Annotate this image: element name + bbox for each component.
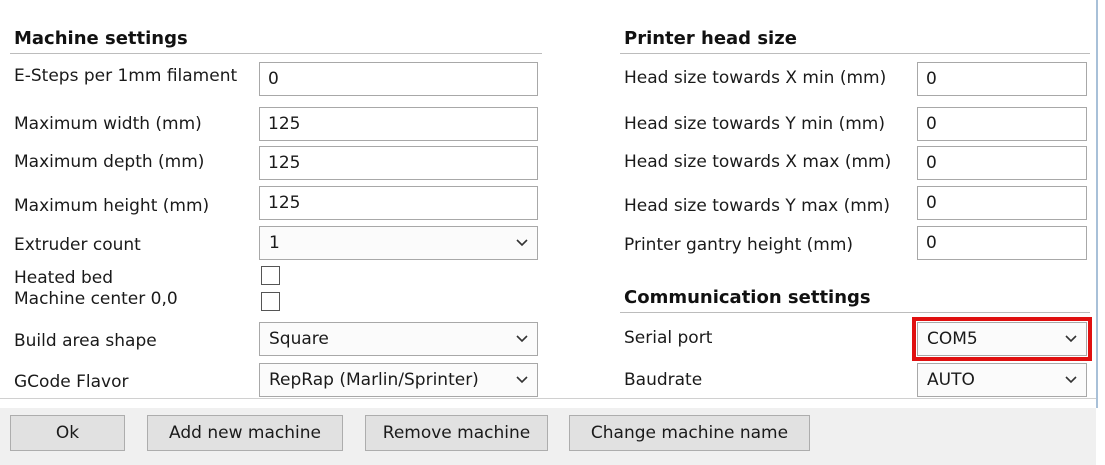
baudrate-value: AUTO <box>927 370 975 390</box>
build-area-shape-select[interactable]: Square <box>259 322 538 356</box>
window-right-border <box>1096 0 1098 408</box>
communication-settings-separator <box>620 312 1090 313</box>
printer-head-size-heading: Printer head size <box>624 28 797 49</box>
printer-head-size-separator <box>620 53 1090 54</box>
max-height-field[interactable]: 125 <box>259 186 538 220</box>
heated-bed-label: Heated bed <box>14 268 114 288</box>
baudrate-select[interactable]: AUTO <box>917 363 1087 397</box>
head-x-min-label: Head size towards X min (mm) <box>624 68 887 88</box>
heated-bed-checkbox[interactable] <box>261 266 280 285</box>
ok-button[interactable]: Ok <box>10 415 125 451</box>
remove-machine-button[interactable]: Remove machine <box>365 415 548 451</box>
gantry-height-field[interactable]: 0 <box>917 226 1087 260</box>
machine-settings-separator <box>10 53 542 54</box>
esteps-field[interactable]: 0 <box>259 62 538 96</box>
serial-port-label: Serial port <box>624 328 713 348</box>
head-y-max-label: Head size towards Y max (mm) <box>624 196 890 216</box>
machine-center-label: Machine center 0,0 <box>14 289 178 309</box>
head-y-min-label: Head size towards Y min (mm) <box>624 114 885 134</box>
serial-port-highlight <box>912 317 1092 361</box>
max-width-label: Maximum width (mm) <box>14 114 202 134</box>
extruder-count-value: 1 <box>269 233 280 253</box>
communication-settings-heading: Communication settings <box>624 287 871 308</box>
machine-center-checkbox[interactable] <box>261 292 280 311</box>
max-height-label: Maximum height (mm) <box>14 196 210 216</box>
head-x-max-label: Head size towards X max (mm) <box>624 152 892 172</box>
footer-separator <box>0 398 1096 399</box>
chevron-down-icon <box>516 335 528 343</box>
chevron-down-icon <box>516 239 528 247</box>
add-new-machine-button[interactable]: Add new machine <box>147 415 343 451</box>
head-y-min-field[interactable]: 0 <box>917 107 1087 141</box>
head-x-min-field[interactable]: 0 <box>917 62 1087 96</box>
max-depth-field[interactable]: 125 <box>259 146 538 180</box>
chevron-down-icon <box>1065 376 1077 384</box>
max-width-field[interactable]: 125 <box>259 107 538 141</box>
head-x-max-field[interactable]: 0 <box>917 146 1087 180</box>
extruder-count-select[interactable]: 1 <box>259 226 538 260</box>
baudrate-label: Baudrate <box>624 370 703 390</box>
build-area-shape-value: Square <box>269 329 329 349</box>
head-y-max-field[interactable]: 0 <box>917 186 1087 220</box>
gcode-flavor-select[interactable]: RepRap (Marlin/Sprinter) <box>259 363 538 397</box>
chevron-down-icon <box>516 376 528 384</box>
machine-settings-heading: Machine settings <box>14 28 188 49</box>
gantry-height-label: Printer gantry height (mm) <box>624 235 854 255</box>
extruder-count-label: Extruder count <box>14 235 141 255</box>
build-area-shape-label: Build area shape <box>14 331 157 351</box>
max-depth-label: Maximum depth (mm) <box>14 152 205 172</box>
gcode-flavor-label: GCode Flavor <box>14 372 129 392</box>
esteps-label: E-Steps per 1mm filament <box>14 66 238 86</box>
change-machine-name-button[interactable]: Change machine name <box>569 415 810 451</box>
gcode-flavor-value: RepRap (Marlin/Sprinter) <box>269 370 479 390</box>
